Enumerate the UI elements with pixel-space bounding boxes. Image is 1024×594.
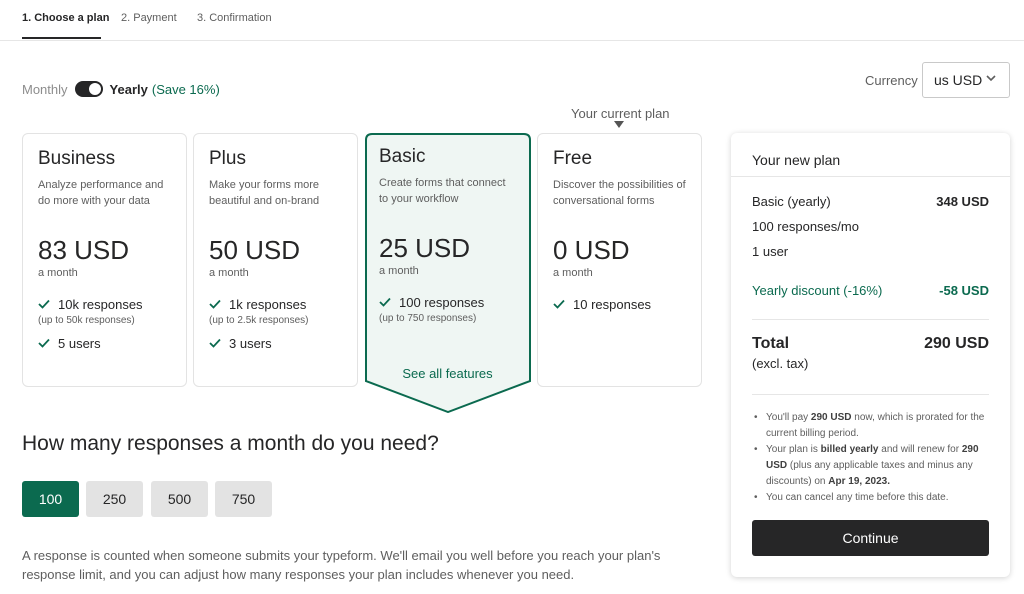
- billing-note: You'll pay 290 USD now, which is prorate…: [752, 410, 989, 442]
- plan-period: a month: [209, 267, 249, 279]
- plan-price: 25 USD: [379, 233, 471, 263]
- currency-label: Currency: [865, 73, 918, 88]
- check-icon: [209, 299, 221, 309]
- plan-description: Create forms that connect to your workfl…: [379, 177, 506, 205]
- check-icon: [209, 338, 221, 348]
- plan-feature: 10k responses (up to 50k responses): [38, 297, 171, 326]
- feature-subtext: (up to 2.5k responses): [209, 315, 309, 326]
- plan-feature: 5 users: [38, 336, 171, 351]
- response-option-250[interactable]: 250: [86, 481, 143, 517]
- responses-explanation: A response is counted when someone submi…: [22, 548, 661, 582]
- billing-note: Your plan is billed yearly and will rene…: [752, 442, 989, 490]
- step-payment[interactable]: 2. Payment: [121, 12, 177, 24]
- check-icon: [38, 299, 50, 309]
- plan-description: Discover the possibilities of conversati…: [553, 179, 686, 207]
- check-icon: [38, 338, 50, 348]
- step-confirmation[interactable]: 3. Confirmation: [197, 12, 272, 24]
- plan-feature: 1k responses (up to 2.5k responses): [209, 297, 342, 326]
- plan-price: 0 USD: [553, 235, 630, 265]
- feature-text: 10k responses: [58, 297, 143, 312]
- plan-card-basic[interactable]: Basic Create forms that connect to your …: [365, 133, 531, 413]
- plan-price: 83 USD: [38, 235, 130, 265]
- currency-select[interactable]: us USD: [922, 62, 1010, 98]
- summary-plan-label: Basic (yearly): [752, 194, 831, 209]
- plan-description: Analyze performance and do more with you…: [38, 179, 164, 207]
- summary-users-line: 1 user: [752, 244, 989, 259]
- current-plan-arrow-icon: [614, 121, 624, 128]
- continue-button[interactable]: Continue: [752, 520, 989, 556]
- summary-discount-line: Yearly discount (-16%) -58 USD: [752, 283, 989, 298]
- note-text: and will renew for: [878, 444, 962, 455]
- responses-question-heading: How many responses a month do you need?: [22, 432, 439, 455]
- checkout-steps: 1. Choose a plan 2. Payment 3. Confirmat…: [0, 0, 1024, 41]
- check-icon: [553, 299, 565, 309]
- step-choose-plan[interactable]: 1. Choose a plan: [22, 12, 109, 24]
- plan-name: Free: [553, 148, 593, 169]
- discount-label: Yearly discount (-16%): [752, 283, 883, 298]
- summary-responses-line: 100 responses/mo: [752, 219, 989, 234]
- total-label: Total: [752, 335, 790, 352]
- response-option-750[interactable]: 750: [215, 481, 272, 517]
- summary-title: Your new plan: [731, 133, 1010, 177]
- summary-divider: [752, 319, 989, 320]
- plan-price: 50 USD: [209, 235, 301, 265]
- note-text: Your plan is: [766, 444, 821, 455]
- note-renew-date: Apr 19, 2023.: [828, 476, 890, 487]
- summary-plan-value: 348 USD: [936, 194, 989, 209]
- feature-text: 3 users: [229, 336, 272, 351]
- plan-name: Basic: [379, 146, 426, 167]
- feature-text: 1k responses: [229, 297, 307, 312]
- feature-text: 5 users: [58, 336, 101, 351]
- plan-period: a month: [553, 267, 593, 279]
- note-text: You'll pay: [766, 412, 811, 423]
- summary-users-text: 1 user: [752, 244, 789, 259]
- billing-note: You can cancel any time before this date…: [752, 490, 989, 506]
- active-step-underline: [22, 37, 101, 39]
- plan-feature: 3 users: [209, 336, 342, 351]
- summary-divider: [752, 394, 989, 395]
- discount-value: -58 USD: [939, 283, 989, 298]
- feature-text: 100 responses: [399, 295, 485, 310]
- plan-name: Plus: [209, 148, 246, 169]
- billing-monthly-label[interactable]: Monthly: [22, 82, 68, 97]
- response-option-100[interactable]: 100: [22, 481, 79, 517]
- plan-card-business[interactable]: Business Analyze performance and do more…: [22, 133, 187, 387]
- billing-notes: You'll pay 290 USD now, which is prorate…: [752, 410, 989, 506]
- currency-value: us USD: [934, 72, 983, 88]
- total-tax-note: (excl. tax): [752, 356, 809, 371]
- switch-knob: [88, 83, 101, 95]
- see-all-features-link[interactable]: See all features: [365, 366, 530, 381]
- current-plan-label: Your current plan: [571, 106, 670, 121]
- billing-switch[interactable]: [74, 81, 103, 97]
- new-plan-summary: Your new plan Basic (yearly) 348 USD 100…: [731, 133, 1010, 577]
- plan-name: Business: [38, 148, 116, 169]
- yearly-savings-label: (Save 16%): [151, 81, 220, 97]
- feature-subtext: (up to 50k responses): [38, 315, 135, 326]
- plan-description: Make your forms more beautiful and on-br…: [209, 179, 320, 207]
- plan-feature: 100 responses (up to 750 responses): [379, 295, 516, 324]
- plan-feature: 10 responses: [553, 297, 686, 312]
- response-option-500[interactable]: 500: [151, 481, 208, 517]
- plan-period: a month: [38, 267, 78, 279]
- note-text: You can cancel any time before this date…: [766, 492, 949, 503]
- note-amount: 290 USD: [810, 412, 852, 423]
- chevron-down-icon: [986, 75, 996, 82]
- feature-subtext: (up to 750 responses): [379, 313, 477, 324]
- summary-plan-line: Basic (yearly) 348 USD: [752, 194, 989, 209]
- billing-yearly-label[interactable]: Yearly: [110, 82, 148, 97]
- summary-responses-text: 100 responses/mo: [752, 219, 859, 234]
- plan-card-free[interactable]: Free Discover the possibilities of conve…: [537, 133, 702, 387]
- total-value: 290 USD: [924, 335, 989, 352]
- billing-period-toggle: Monthly Yearly (Save 16%): [22, 80, 220, 98]
- plan-card-plus[interactable]: Plus Make your forms more beautiful and …: [193, 133, 358, 387]
- feature-text: 10 responses: [573, 297, 652, 312]
- note-billing-cycle: billed yearly: [820, 444, 879, 455]
- plan-period: a month: [379, 265, 419, 277]
- check-icon: [379, 297, 391, 307]
